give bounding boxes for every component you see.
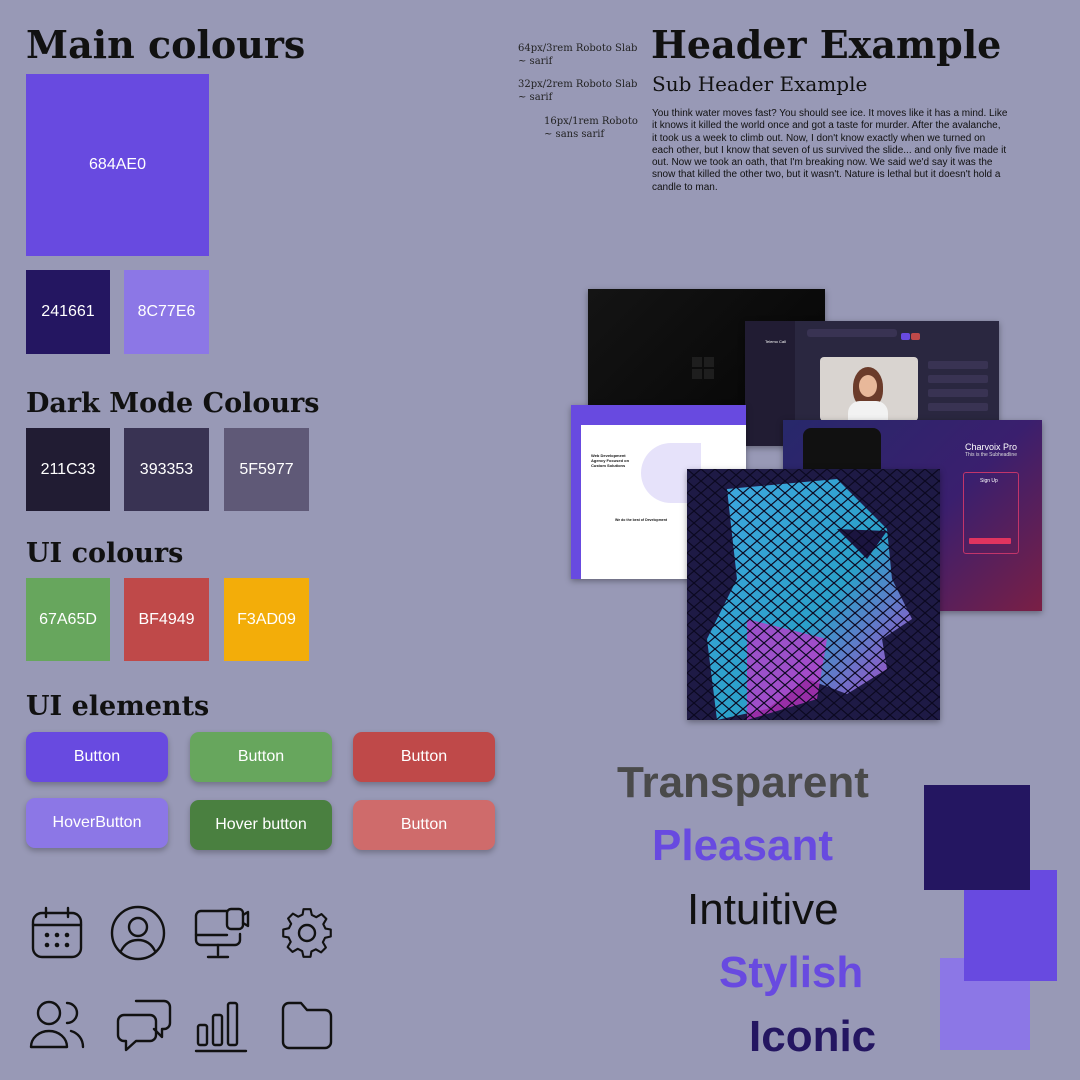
app-title: Charvoix Pro <box>965 442 1018 452</box>
danger-hover-button[interactable]: Button <box>353 800 495 850</box>
gear-icon[interactable] <box>277 903 337 963</box>
chat-bubbles-icon[interactable] <box>114 995 174 1055</box>
mosaic-portrait-art <box>687 469 940 720</box>
dashboard-title: Telemo Call <box>765 339 786 344</box>
app-subtitle: This is the Subheadline <box>965 452 1017 458</box>
swatch-secondary-dark: 241661 <box>26 270 110 354</box>
spec-body-label: 16px/1rem Roboto ~ sans sarif <box>544 116 638 140</box>
swatch-error: BF4949 <box>124 578 209 661</box>
keyword-pleasant: Pleasant <box>652 821 833 870</box>
subheader-example: Sub Header Example <box>652 72 868 96</box>
success-button[interactable]: Button <box>190 732 332 782</box>
keyword-intuitive: Intuitive <box>687 885 839 934</box>
header-example: Header Example <box>651 22 1002 67</box>
users-icon[interactable] <box>27 995 87 1055</box>
main-colours-title: Main colours <box>26 22 306 67</box>
swatch-label: F3AD09 <box>237 610 296 628</box>
web-heading: Web Development Agency Focused on Custom… <box>591 453 630 468</box>
swatch-dark-3: 5F5977 <box>224 428 309 511</box>
button-label: Button <box>237 748 285 765</box>
swatch-label: 211C33 <box>40 460 96 478</box>
swatch-dark-2: 393353 <box>124 428 209 511</box>
spec-subheader-label: 32px/2rem Roboto Slab ~ sarif <box>518 79 638 103</box>
keyword-iconic: Iconic <box>749 1012 877 1061</box>
spec-header-label: 64px/3rem Roboto Slab ~ sarif <box>518 43 638 67</box>
calendar-icon[interactable] <box>27 903 87 963</box>
ui-elements-title: UI elements <box>26 691 210 722</box>
folder-icon[interactable] <box>277 995 337 1055</box>
dashboard-badge <box>901 333 910 340</box>
dashboard-badge <box>911 333 920 340</box>
video-call-frame <box>820 357 918 421</box>
monitor-webcam-icon[interactable] <box>191 903 251 963</box>
dark-mode-title: Dark Mode Colours <box>26 388 320 419</box>
user-circle-icon[interactable] <box>108 903 168 963</box>
swatch-primary: 684AE0 <box>26 74 209 256</box>
keyword-stylish: Stylish <box>719 948 864 997</box>
swatch-warning: F3AD09 <box>224 578 309 661</box>
bar-chart-icon[interactable] <box>192 995 252 1055</box>
swatch-label: 684AE0 <box>89 156 146 173</box>
dashboard-search <box>807 329 897 337</box>
signup-title: Sign Up <box>980 478 998 484</box>
swatch-label: 241661 <box>41 303 95 320</box>
button-label: Button <box>400 748 448 765</box>
button-label: Button <box>400 816 448 833</box>
signup-button <box>969 538 1011 544</box>
ui-colours-title: UI colours <box>26 538 184 569</box>
body-example: You think water moves fast? You should s… <box>652 108 1008 193</box>
decor-square-dark <box>924 785 1030 890</box>
swatch-secondary-light: 8C77E6 <box>124 270 209 354</box>
primary-hover-button[interactable]: HoverButton <box>26 798 168 848</box>
primary-button[interactable]: Button <box>26 732 168 782</box>
button-label: Button <box>73 748 121 765</box>
keyword-transparent: Transparent <box>617 758 869 807</box>
windows-logo-icon <box>692 357 714 379</box>
swatch-success: 67A65D <box>26 578 110 661</box>
button-label: HoverButton <box>52 814 142 831</box>
swatch-label: 8C77E6 <box>137 303 196 320</box>
button-label: Hover button <box>215 816 307 833</box>
swatch-label: BF4949 <box>138 610 195 628</box>
swatch-label: 67A65D <box>39 610 97 628</box>
swatch-dark-1: 211C33 <box>26 428 110 511</box>
web-subheading: We do the best of Development <box>615 518 668 522</box>
swatch-label: 5F5977 <box>239 460 294 478</box>
success-hover-button[interactable]: Hover button <box>190 800 332 850</box>
danger-button[interactable]: Button <box>353 732 495 782</box>
swatch-label: 393353 <box>139 460 194 478</box>
